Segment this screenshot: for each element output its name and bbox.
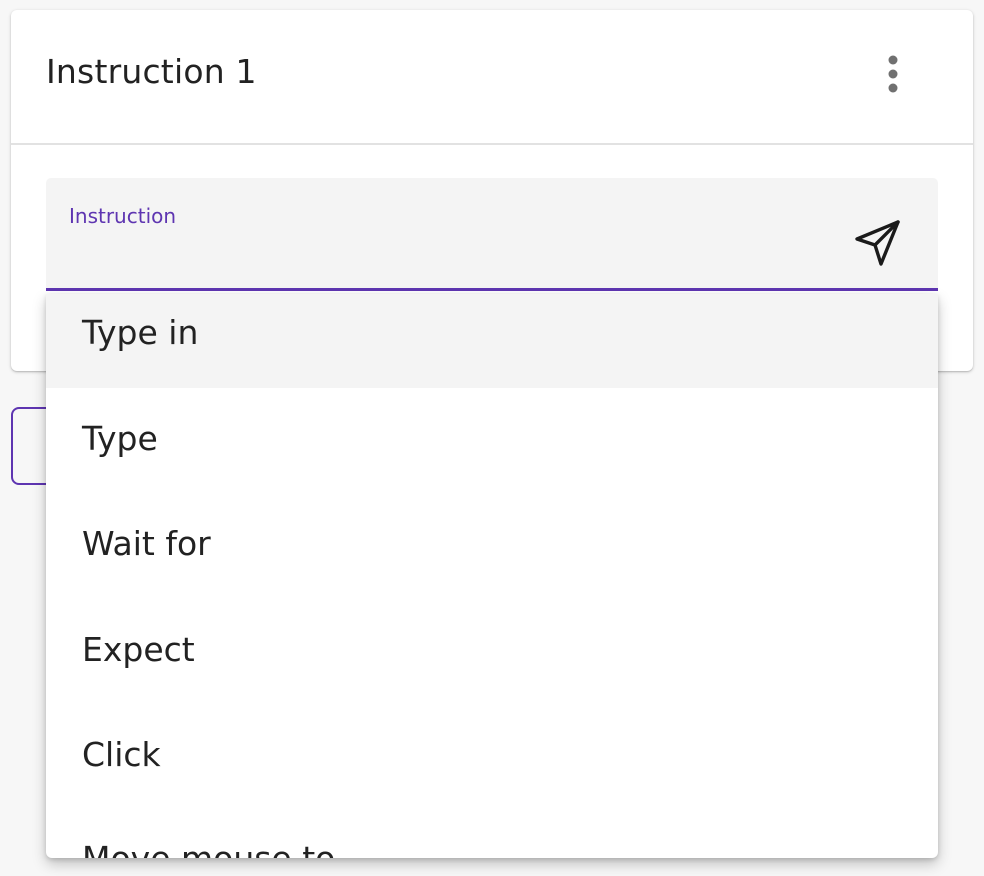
dropdown-option-label: Move mouse to	[82, 839, 335, 858]
more-options-button[interactable]	[867, 50, 919, 102]
dropdown-option-click[interactable]: Click	[46, 706, 938, 812]
dropdown-option-wait-for[interactable]: Wait for	[46, 494, 938, 600]
instruction-input[interactable]	[69, 236, 829, 272]
dropdown-option-label: Expect	[82, 630, 195, 669]
dropdown-option-label: Type	[82, 419, 158, 458]
dropdown-option-type[interactable]: Type	[46, 388, 938, 494]
stage: Instruction 1 Instruction Type in Type W…	[0, 0, 984, 876]
dropdown-option-label: Type in	[82, 313, 199, 352]
dropdown-option-label: Wait for	[82, 524, 211, 563]
dropdown-option-move-mouse-to[interactable]: Move mouse to	[46, 812, 938, 858]
instruction-field[interactable]: Instruction	[46, 178, 938, 291]
instruction-field-label: Instruction	[69, 204, 177, 228]
dropdown-option-type-in[interactable]: Type in	[46, 294, 938, 388]
more-vert-icon	[888, 55, 898, 93]
card-header: Instruction 1	[11, 10, 973, 145]
card-title: Instruction 1	[46, 52, 257, 91]
instruction-dropdown: Type in Type Wait for Expect Click Move …	[46, 294, 938, 858]
dropdown-option-label: Click	[82, 735, 161, 774]
send-icon	[855, 220, 900, 266]
dropdown-option-expect[interactable]: Expect	[46, 600, 938, 706]
send-button[interactable]	[846, 212, 906, 272]
